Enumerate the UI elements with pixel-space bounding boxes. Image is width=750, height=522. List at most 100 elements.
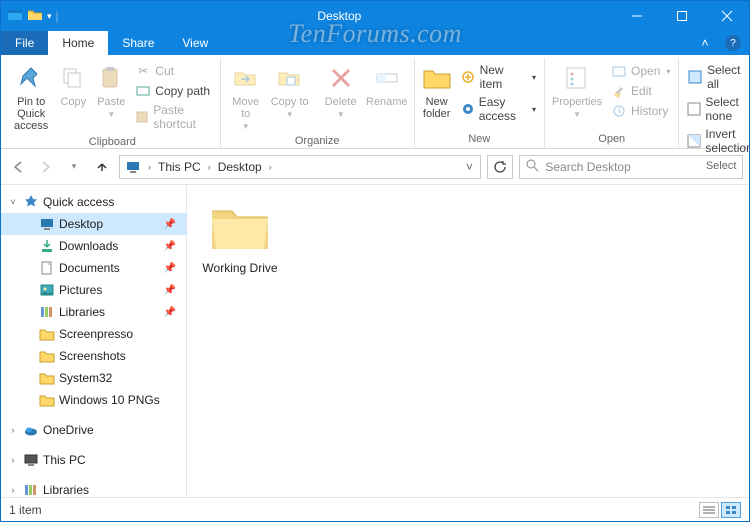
- content-pane[interactable]: Working Drive: [187, 185, 749, 497]
- move-to-label: Move to: [227, 96, 265, 120]
- back-button[interactable]: [7, 156, 29, 178]
- tree-icon: [23, 422, 39, 438]
- breadcrumb-item[interactable]: Desktop: [215, 160, 265, 174]
- new-folder-icon: [421, 62, 453, 94]
- tree-item[interactable]: Windows 10 PNGs: [1, 389, 186, 411]
- rename-button[interactable]: Rename: [364, 60, 410, 110]
- qat-dropdown-icon[interactable]: ▾: [47, 11, 52, 22]
- titlebar: ▾ | Desktop: [1, 1, 749, 31]
- select-all-button[interactable]: Select all: [683, 62, 750, 92]
- navigation-pane[interactable]: ˅ Quick access Desktop📌Downloads📌Documen…: [1, 185, 187, 497]
- tree-root[interactable]: ›OneDrive: [1, 419, 186, 441]
- move-to-button[interactable]: Move to▼: [225, 60, 267, 133]
- select-none-button[interactable]: Select none: [683, 94, 750, 124]
- properties-button[interactable]: Properties▼: [549, 60, 605, 121]
- window-title: Desktop: [65, 9, 614, 23]
- select-none-label: Select none: [705, 95, 750, 123]
- ribbon-group-open: Properties▼ Open▾ Edit History Open: [545, 58, 679, 148]
- tree-label: Downloads: [59, 239, 118, 253]
- recent-locations-button[interactable]: ▾: [63, 156, 85, 178]
- copy-to-label: Copy to: [271, 96, 309, 108]
- chevron-right-icon[interactable]: ›: [206, 162, 213, 172]
- breadcrumb-root[interactable]: This PC: [155, 160, 204, 174]
- copy-button[interactable]: Copy: [55, 60, 91, 110]
- paste-button[interactable]: Paste ▼: [93, 60, 129, 121]
- tree-label: Libraries: [43, 483, 89, 497]
- easy-access-button[interactable]: Easy access▾: [457, 94, 540, 124]
- folder-item[interactable]: Working Drive: [195, 199, 285, 275]
- help-icon[interactable]: ?: [725, 35, 741, 51]
- tab-home[interactable]: Home: [48, 31, 108, 55]
- pin-icon: 📌: [164, 263, 182, 274]
- tree-icon: [39, 282, 55, 298]
- maximize-button[interactable]: [659, 1, 704, 31]
- expand-icon[interactable]: ›: [7, 455, 19, 465]
- collapse-icon[interactable]: ˅: [7, 197, 19, 207]
- edit-button[interactable]: Edit: [607, 82, 674, 100]
- tree-item[interactable]: Screenpresso: [1, 323, 186, 345]
- copy-path-button[interactable]: Copy path: [131, 82, 215, 100]
- tab-view[interactable]: View: [168, 31, 222, 55]
- paste-shortcut-button[interactable]: Paste shortcut: [131, 102, 215, 132]
- tree-icon: [39, 348, 55, 364]
- chevron-right-icon[interactable]: ›: [267, 162, 274, 172]
- tree-icon: [23, 482, 39, 497]
- copy-path-icon: [135, 83, 151, 99]
- copy-to-button[interactable]: Copy to▼: [269, 60, 311, 121]
- tab-share[interactable]: Share: [108, 31, 168, 55]
- history-icon: [611, 103, 627, 119]
- tree-item[interactable]: Desktop📌: [1, 213, 186, 235]
- forward-button[interactable]: [35, 156, 57, 178]
- properties-label: Properties: [552, 96, 602, 108]
- status-bar: 1 item: [1, 497, 749, 521]
- breadcrumb-pc-icon[interactable]: [122, 159, 144, 175]
- item-count: 1 item: [9, 503, 42, 517]
- tree-item[interactable]: Pictures📌: [1, 279, 186, 301]
- cut-label: Cut: [155, 64, 174, 78]
- easy-access-icon: [461, 101, 475, 117]
- folder-icon: [208, 199, 272, 255]
- collapse-ribbon-icon[interactable]: ˄: [693, 31, 717, 55]
- open-button[interactable]: Open▾: [607, 62, 674, 80]
- tree-root[interactable]: ›This PC: [1, 449, 186, 471]
- new-folder-button[interactable]: New folder: [419, 60, 455, 122]
- folder-icon[interactable]: [27, 7, 43, 26]
- minimize-button[interactable]: [614, 1, 659, 31]
- history-button[interactable]: History: [607, 102, 674, 120]
- details-view-button[interactable]: [699, 502, 719, 518]
- quick-access-toolbar: ▾ |: [1, 7, 65, 26]
- tree-icon: [39, 304, 55, 320]
- tree-root[interactable]: › Libraries: [1, 479, 186, 497]
- up-button[interactable]: [91, 156, 113, 178]
- new-item-button[interactable]: New item▾: [457, 62, 540, 92]
- tree-label: Windows 10 PNGs: [59, 393, 160, 407]
- tree-item[interactable]: System32: [1, 367, 186, 389]
- move-to-icon: [230, 62, 262, 94]
- pin-label: Pin to Quick access: [11, 96, 51, 132]
- search-box[interactable]: Search Desktop: [519, 155, 743, 179]
- tree-label: Libraries: [59, 305, 105, 319]
- tree-item[interactable]: Documents📌: [1, 257, 186, 279]
- address-dropdown-icon[interactable]: ˅: [460, 160, 478, 174]
- cut-button[interactable]: ✂Cut: [131, 62, 215, 80]
- refresh-button[interactable]: [487, 155, 513, 179]
- ribbon-group-new: New folder New item▾ Easy access▾ New: [415, 58, 545, 148]
- close-button[interactable]: [704, 1, 749, 31]
- tree-item[interactable]: Downloads 📌: [1, 235, 186, 257]
- pin-to-quick-access-button[interactable]: Pin to Quick access: [9, 60, 53, 134]
- delete-button[interactable]: Delete▼: [320, 60, 362, 121]
- pin-icon: 📌: [164, 241, 182, 252]
- tree-item[interactable]: Screenshots: [1, 345, 186, 367]
- address-bar[interactable]: › This PC › Desktop › ˅: [119, 155, 481, 179]
- copy-label: Copy: [60, 96, 86, 108]
- file-tab[interactable]: File: [1, 31, 48, 55]
- tree-icon: [39, 370, 55, 386]
- tree-quick-access[interactable]: ˅ Quick access: [1, 191, 186, 213]
- chevron-right-icon[interactable]: ›: [146, 162, 153, 172]
- large-icons-view-button[interactable]: [721, 502, 741, 518]
- tree-item[interactable]: Libraries📌: [1, 301, 186, 323]
- edit-icon: [611, 83, 627, 99]
- search-icon: [526, 159, 539, 175]
- expand-icon[interactable]: ›: [7, 485, 19, 495]
- expand-icon[interactable]: ›: [7, 425, 19, 435]
